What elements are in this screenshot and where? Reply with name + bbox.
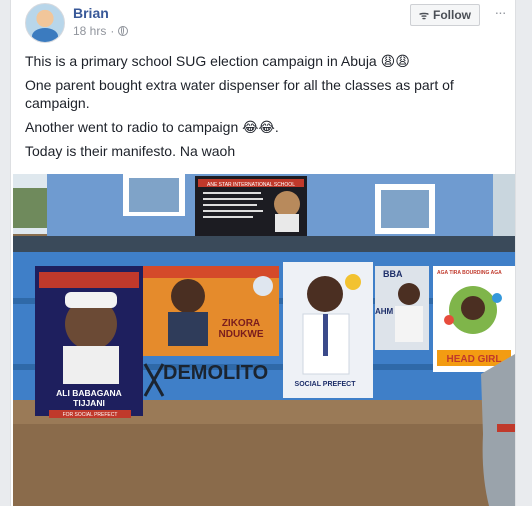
- follow-label: Follow: [433, 8, 472, 22]
- poster-name: TIJJANI: [73, 398, 105, 408]
- poster-name: NDUKWE: [219, 329, 264, 340]
- globe-icon: [118, 26, 129, 36]
- post-card: Brian 18 hrs · ᯤ Follow ··· This is a pr…: [10, 0, 516, 506]
- post-paragraph: This is a primary school SUG election ca…: [25, 53, 410, 69]
- campaign-poster: SOCIAL PREFECT: [283, 262, 373, 398]
- poster-label: AHM: [375, 307, 394, 316]
- poster-label: BBA: [383, 269, 403, 279]
- post-paragraph: Another went to radio to campaign 😂😂.: [25, 119, 279, 135]
- campaign-poster: ZIKORA NDUKWE: [143, 266, 279, 356]
- poster-name: ZIKORA: [222, 318, 260, 329]
- rss-icon: ᯤ: [418, 9, 430, 22]
- post-meta: 18 hrs ·: [73, 24, 129, 38]
- post-timestamp[interactable]: 18 hrs: [73, 24, 106, 38]
- post-paragraph: One parent bought extra water dispenser …: [25, 77, 454, 111]
- post-header: Brian 18 hrs · ᯤ Follow ···: [11, 0, 515, 44]
- banner-text: ANE STAR INTERNATIONAL SCHOOL: [207, 182, 295, 188]
- more-options-icon[interactable]: ···: [491, 4, 509, 24]
- photo-scene: ANE STAR INTERNATIONAL SCHOOL DEMOLITO A…: [13, 174, 515, 506]
- author-name[interactable]: Brian: [73, 5, 109, 21]
- follow-button[interactable]: ᯤ Follow: [410, 4, 480, 26]
- campaign-poster: ALI BABAGANA TIJJANI FOR SOCIAL PREFECT: [35, 266, 143, 418]
- graffiti-text: DEMOLITO: [163, 362, 268, 384]
- poster-name: ALI BABAGANA: [56, 388, 122, 398]
- poster-label: AGA TIRA BOURDING AGA: [437, 270, 502, 276]
- campaign-poster: AGA TIRA BOURDING AGA HEAD GIRL: [433, 266, 515, 372]
- poster-position: FOR SOCIAL PREFECT: [63, 412, 118, 418]
- campaign-poster: BBA AHM: [375, 266, 429, 350]
- poster-position: SOCIAL PREFECT: [295, 381, 357, 388]
- post-text: This is a primary school SUG election ca…: [25, 52, 505, 166]
- poster-position: HEAD GIRL: [447, 354, 502, 365]
- post-photo[interactable]: ANE STAR INTERNATIONAL SCHOOL DEMOLITO A…: [13, 174, 515, 506]
- author-avatar[interactable]: [25, 3, 65, 43]
- post-paragraph: Today is their manifesto. Na waoh: [25, 143, 236, 159]
